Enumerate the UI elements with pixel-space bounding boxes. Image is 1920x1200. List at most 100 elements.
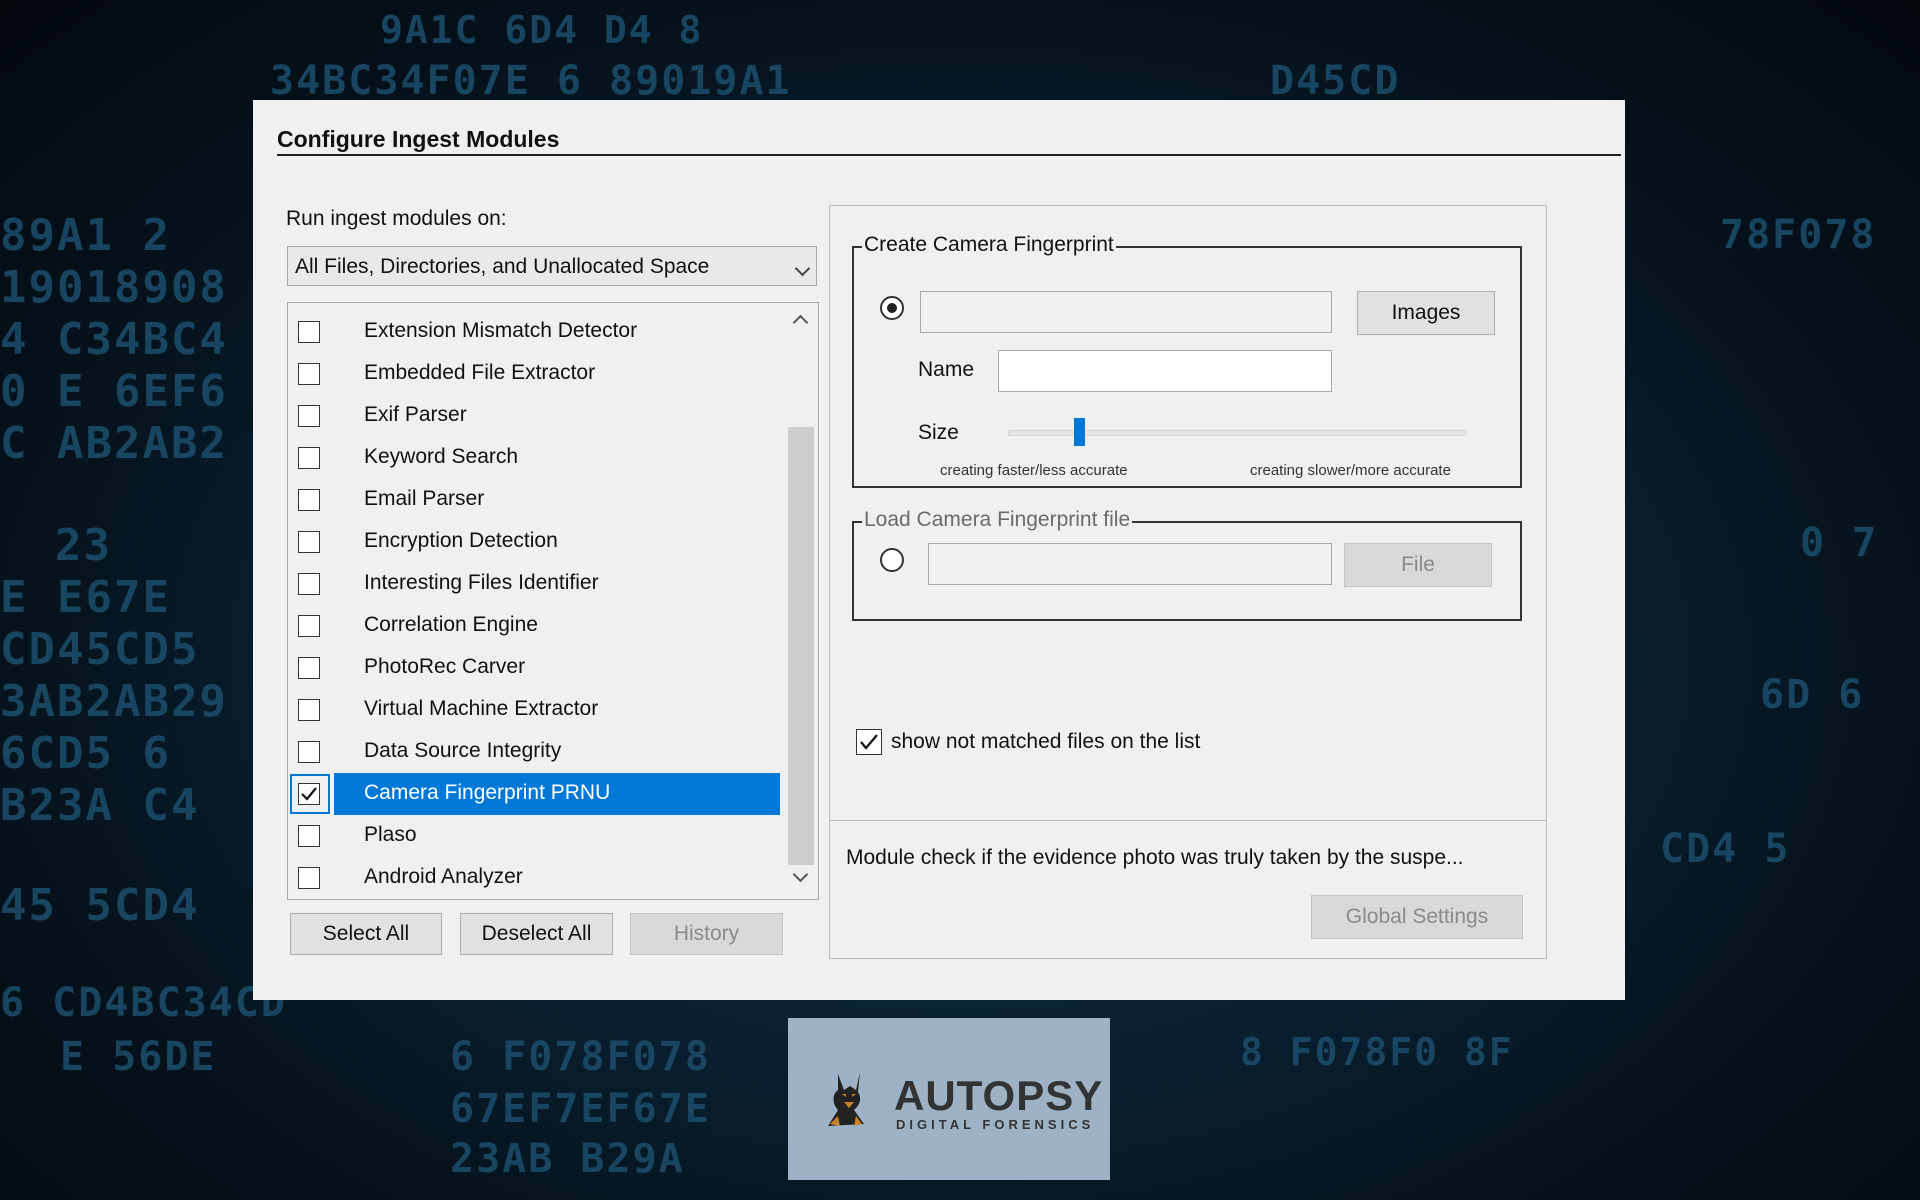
module-checkbox[interactable] [298,741,320,763]
module-row[interactable]: Plaso [288,815,784,857]
module-row[interactable]: PhotoRec Carver [288,647,784,689]
logo-title: AUTOPSY [894,1072,1104,1119]
module-checkbox[interactable] [298,363,320,385]
module-checkbox[interactable] [298,657,320,679]
module-row[interactable]: Virtual Machine Extractor [288,689,784,731]
hex-line: B23A C4 [0,780,200,831]
module-label: Correlation Engine [364,613,538,636]
module-checkbox[interactable] [298,573,320,595]
module-label: Encryption Detection [364,529,558,552]
module-row[interactable]: Correlation Engine [288,605,784,647]
module-label: Embedded File Extractor [364,361,596,384]
hex-line: E 56DE [60,1034,217,1080]
module-list-scrollbar[interactable] [784,303,818,899]
run-target-value: All Files, Directories, and Unallocated … [295,255,710,278]
create-fingerprint-legend: Create Camera Fingerprint [862,233,1116,257]
run-on-label: Run ingest modules on: [286,207,507,230]
doberman-dog-icon [828,1072,864,1126]
images-button[interactable]: Images [1357,291,1495,335]
module-checkbox[interactable] [298,615,320,637]
create-fingerprint-group: Create Camera Fingerprint Images Name Si… [852,233,1522,488]
deselect-all-button[interactable]: Deselect All [460,913,613,955]
size-hint-right: creating slower/more accurate [1250,462,1451,479]
module-checkbox-checked[interactable] [298,783,320,805]
module-checkbox[interactable] [298,405,320,427]
module-row[interactable]: Extension Mismatch Detector [288,311,784,353]
module-row[interactable]: Exif Parser [288,395,784,437]
load-fingerprint-group: Load Camera Fingerprint file File [852,508,1522,621]
images-path-field[interactable] [920,291,1332,333]
module-label: Camera Fingerprint PRNU [364,781,611,804]
create-fingerprint-radio[interactable] [880,296,904,320]
module-row[interactable]: Data Source Integrity [288,731,784,773]
hex-line: 67EF7EF67E [450,1086,711,1132]
hex-line: 3AB2AB29 [0,676,228,727]
module-label: Interesting Files Identifier [364,571,599,594]
size-hint-left: creating faster/less accurate [940,462,1128,479]
hex-line: 45 5CD4 [0,880,200,931]
module-checkbox[interactable] [298,825,320,847]
hex-line: 19018908 [0,262,228,313]
load-fingerprint-radio[interactable] [880,548,904,572]
hex-line: 9A1C 6D4 D4 8 [380,8,704,52]
module-label: PhotoRec Carver [364,655,526,678]
module-label: Extension Mismatch Detector [364,319,638,342]
scroll-down-icon[interactable] [792,866,809,883]
module-row[interactable]: Keyword Search [288,437,784,479]
module-label: Keyword Search [364,445,519,468]
checkmark-icon [860,734,878,750]
hex-line: 0 7 [1800,520,1879,566]
run-target-dropdown[interactable]: All Files, Directories, and Unallocated … [287,246,817,286]
hex-line: 6 CD4BC34CD [0,980,287,1026]
ingest-module-list[interactable]: Extension Mismatch Detector Embedded Fil… [287,302,819,900]
select-all-button[interactable]: Select All [290,913,442,955]
module-label: Android Analyzer [364,865,523,888]
hex-line: 34BC34F07E 6 89019A1 [270,58,792,104]
module-checkbox[interactable] [298,699,320,721]
checkmark-icon [301,787,317,801]
hex-line: 78F078 [1720,212,1877,258]
module-row-selected[interactable]: Camera Fingerprint PRNU [288,773,784,815]
history-button[interactable]: History [630,913,783,955]
size-label: Size [918,421,959,444]
hex-line: CD45CD5 [0,624,200,675]
module-row[interactable]: Embedded File Extractor [288,353,784,395]
module-label: Plaso [364,823,417,846]
hex-line: CD4 5 [1660,826,1791,872]
show-not-matched-checkbox[interactable] [856,729,882,755]
module-label: Virtual Machine Extractor [364,697,599,720]
hex-line: 6CD5 6 [0,728,171,779]
size-slider-thumb[interactable] [1074,418,1085,446]
scroll-up-icon[interactable] [792,314,809,331]
module-row[interactable]: Encryption Detection [288,521,784,563]
module-checkbox[interactable] [298,867,320,889]
hex-line: 0 E 6EF6 [0,366,228,417]
name-input[interactable] [998,350,1332,392]
hex-line: 89A1 2 [0,210,171,261]
module-checkbox[interactable] [298,321,320,343]
module-label: Exif Parser [364,403,467,426]
show-not-matched-label: show not matched files on the list [891,730,1201,753]
module-settings-panel: Create Camera Fingerprint Images Name Si… [829,205,1547,959]
module-checkbox[interactable] [298,531,320,553]
module-row[interactable]: Interesting Files Identifier [288,563,784,605]
file-button[interactable]: File [1344,543,1492,587]
radio-dot [887,303,897,313]
module-row[interactable]: Email Parser [288,479,784,521]
panel-divider [830,820,1546,821]
module-checkbox[interactable] [298,447,320,469]
configure-ingest-dialog: Configure Ingest Modules Run ingest modu… [253,100,1625,1000]
module-description: Module check if the evidence photo was t… [846,846,1464,869]
module-label: Email Parser [364,487,485,510]
global-settings-button[interactable]: Global Settings [1311,895,1523,939]
hex-line: 23 [55,520,112,571]
hex-line: 23AB B29A [450,1136,685,1182]
hex-line: 4 C34BC4 [0,314,228,365]
hex-line: 6 F078F078 [450,1034,711,1080]
module-label: Data Source Integrity [364,739,562,762]
hex-line: 8 F078F0 8F [1240,1030,1514,1074]
fingerprint-file-field[interactable] [928,543,1332,585]
scroll-thumb[interactable] [788,427,814,865]
module-row[interactable]: Android Analyzer [288,857,784,899]
module-checkbox[interactable] [298,489,320,511]
